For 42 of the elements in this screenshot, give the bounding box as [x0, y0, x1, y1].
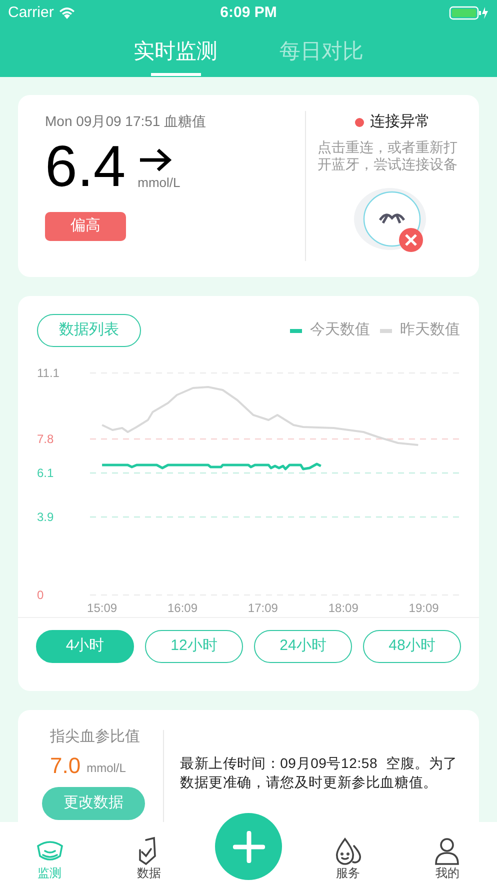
x-tick-label: 16:09: [167, 601, 198, 615]
battery-icon: [448, 5, 489, 21]
change-data-button[interactable]: 更改数据: [42, 786, 145, 820]
reading-timestamp: Mon 09月09 17:51 血糖值: [45, 112, 208, 131]
nav-tab[interactable]: 服务: [330, 822, 365, 880]
y-tick-label: 3.9: [37, 510, 54, 524]
glucose-value: 6.4: [45, 138, 126, 196]
legend-label: 昨天数值: [400, 320, 460, 340]
nav-tab[interactable]: 数据: [132, 822, 166, 880]
connection-status: 连接异常: [370, 112, 430, 132]
y-tick-label: 7.8: [37, 432, 54, 446]
x-tick-label: 15:09: [87, 601, 118, 615]
sensor-icon: [352, 186, 426, 252]
tab[interactable]: 每日对比: [280, 36, 364, 76]
legend-label: 今天数值: [310, 320, 370, 340]
y-tick-label: 11.1: [37, 366, 60, 380]
period-button[interactable]: 24小时: [254, 630, 352, 663]
period-button[interactable]: 48小时: [363, 630, 461, 663]
y-tick-label: 6.1: [37, 466, 54, 480]
wifi-icon: [58, 6, 76, 20]
period-button[interactable]: 12小时: [145, 630, 243, 663]
reference-message: 最新上传时间：09月09号12:58 空腹。为了数据更准确，请您及时更新参比血糖值。: [180, 754, 458, 792]
clock-time: 6:09 PM: [220, 2, 277, 23]
unit-label: mmol/L: [86, 760, 126, 776]
status-badge: 偏高: [45, 212, 126, 241]
tab[interactable]: 实时监测: [134, 36, 218, 76]
nav-tab[interactable]: 监测: [32, 822, 67, 880]
reference-value: 7.0: [50, 754, 81, 776]
nav-tab[interactable]: 我的: [430, 822, 464, 880]
error-badge-icon: [398, 226, 424, 252]
reference-label: 指尖血参比值: [49, 727, 141, 747]
x-tick-label: 19:09: [408, 601, 439, 615]
data-list-button[interactable]: 数据列表: [37, 314, 141, 347]
x-tick-label: 17:09: [248, 601, 278, 615]
y-tick-label: 0: [37, 588, 44, 602]
x-tick-label: 18:09: [328, 601, 358, 615]
unit-label: mmol/L: [138, 174, 180, 192]
plus-icon: [232, 830, 265, 862]
connection-hint: 点击重连，或者重新打开蓝牙，尝试连接设备: [318, 138, 458, 172]
period-button[interactable]: 4小时: [36, 630, 134, 663]
carrier-label: Carrier: [8, 2, 54, 23]
right-arrow-icon: [138, 146, 172, 172]
